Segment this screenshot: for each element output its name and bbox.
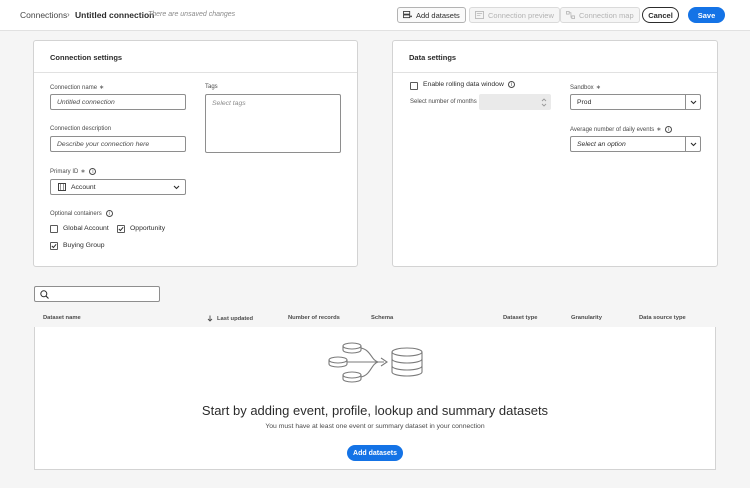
connection-preview-label: Connection preview: [488, 10, 554, 20]
daily-events-dropdown-button[interactable]: [685, 137, 700, 151]
divider: [393, 72, 717, 73]
dataset-icon: [403, 11, 412, 19]
connection-map-button[interactable]: Connection map: [560, 7, 640, 23]
required-marker: ∗: [80, 169, 86, 175]
connection-description-label: Connection description: [50, 126, 112, 132]
sort-down-icon[interactable]: [207, 315, 213, 322]
rolling-window-label: Enable rolling data window i: [423, 81, 515, 88]
chevron-right-icon: ›: [67, 10, 70, 19]
info-icon[interactable]: i: [105, 210, 113, 217]
cancel-button[interactable]: Cancel: [642, 7, 679, 23]
column-last-updated[interactable]: Last updated: [207, 315, 253, 322]
building-icon: [58, 183, 66, 191]
buying-group-checkbox[interactable]: [50, 242, 58, 250]
stepper-arrows-icon: [541, 98, 547, 107]
rolling-window-label-text: Enable rolling data window: [423, 81, 504, 88]
sandbox-select[interactable]: Prod: [570, 94, 701, 110]
add-datasets-button[interactable]: Add datasets: [347, 445, 403, 461]
column-granularity[interactable]: Granularity: [571, 315, 602, 321]
buying-group-label: Buying Group: [63, 242, 105, 249]
sandbox-value: Prod: [577, 98, 592, 106]
opportunity-label: Opportunity: [130, 225, 166, 232]
required-marker: ∗: [656, 127, 662, 133]
chevron-down-icon: [690, 142, 696, 146]
required-marker: ∗: [595, 85, 601, 91]
column-schema[interactable]: Schema: [371, 315, 393, 321]
chevron-down-icon: [173, 185, 180, 190]
preview-icon: [475, 11, 484, 19]
save-button[interactable]: Save: [688, 7, 725, 23]
optional-containers-label: Optional containers i: [50, 210, 113, 217]
connection-map-label: Connection map: [579, 10, 634, 20]
breadcrumb-connections[interactable]: Connections: [20, 10, 67, 20]
connection-settings-panel: Connection settings Connection name ∗ Unt…: [33, 40, 358, 267]
sandbox-label: Sandbox ∗: [570, 84, 601, 92]
connection-name-input[interactable]: Untitled connection: [50, 94, 186, 110]
info-icon[interactable]: i: [89, 168, 97, 175]
datasets-illustration-icon: [328, 342, 423, 383]
optional-containers-label-text: Optional containers: [50, 210, 102, 217]
months-stepper[interactable]: [479, 94, 551, 110]
global-account-checkbox[interactable]: [50, 225, 58, 233]
connection-description-input[interactable]: Describe your connection here: [50, 136, 186, 152]
column-dataset-name[interactable]: Dataset name: [43, 315, 81, 321]
daily-events-label: Average number of daily events ∗ i: [570, 126, 673, 133]
empty-state-title: Start by adding event, profile, lookup a…: [201, 403, 549, 418]
tags-label: Tags: [205, 84, 218, 90]
data-settings-panel: Data settings Enable rolling data window…: [392, 40, 718, 267]
primary-id-label: Primary ID ∗ i: [50, 168, 97, 175]
global-account-label: Global Account: [63, 225, 109, 232]
primary-id-select[interactable]: Account: [50, 179, 186, 195]
search-icon: [40, 290, 49, 299]
primary-id-value: Account: [71, 183, 96, 191]
add-datasets-label: Add datasets: [416, 10, 460, 20]
divider: [34, 72, 357, 73]
daily-events-placeholder: Select an option: [577, 140, 626, 148]
info-icon[interactable]: i: [507, 81, 515, 88]
info-icon[interactable]: i: [665, 126, 673, 133]
column-dataset-type[interactable]: Dataset type: [503, 315, 537, 321]
connection-name-label: Connection name ∗: [50, 84, 105, 92]
daily-events-select[interactable]: Select an option: [570, 136, 701, 152]
required-marker: ∗: [99, 85, 105, 91]
sandbox-dropdown-button[interactable]: [685, 95, 700, 109]
checkmark-icon: [118, 226, 124, 232]
data-settings-title: Data settings: [409, 53, 457, 62]
connection-settings-title: Connection settings: [50, 53, 123, 62]
empty-state-subtitle: You must have at least one event or summ…: [265, 423, 485, 430]
page-title: Untitled connection: [75, 10, 155, 20]
months-label: Select number of months: [410, 99, 477, 105]
map-icon: [566, 11, 575, 19]
add-datasets-header-button[interactable]: Add datasets: [397, 7, 466, 23]
opportunity-checkbox[interactable]: [117, 225, 125, 233]
connection-name-label-text: Connection name: [50, 84, 98, 91]
daily-events-label-text: Average number of daily events: [570, 126, 655, 133]
rolling-window-checkbox[interactable]: [410, 82, 418, 90]
connection-preview-button[interactable]: Connection preview: [469, 7, 560, 23]
unsaved-status: There are unsaved changes: [148, 11, 236, 18]
chevron-down-icon: [690, 100, 696, 104]
primary-id-label-text: Primary ID: [50, 168, 79, 175]
dataset-search-input[interactable]: [34, 286, 160, 302]
sandbox-label-text: Sandbox: [570, 84, 594, 91]
tags-input[interactable]: Select tags: [205, 94, 341, 153]
column-number-of-records[interactable]: Number of records: [288, 315, 340, 321]
column-last-updated-label: Last updated: [217, 315, 254, 322]
column-data-source-type[interactable]: Data source type: [639, 315, 686, 321]
top-bar: Connections › Untitled connection There …: [0, 0, 750, 31]
checkmark-icon: [51, 243, 57, 249]
